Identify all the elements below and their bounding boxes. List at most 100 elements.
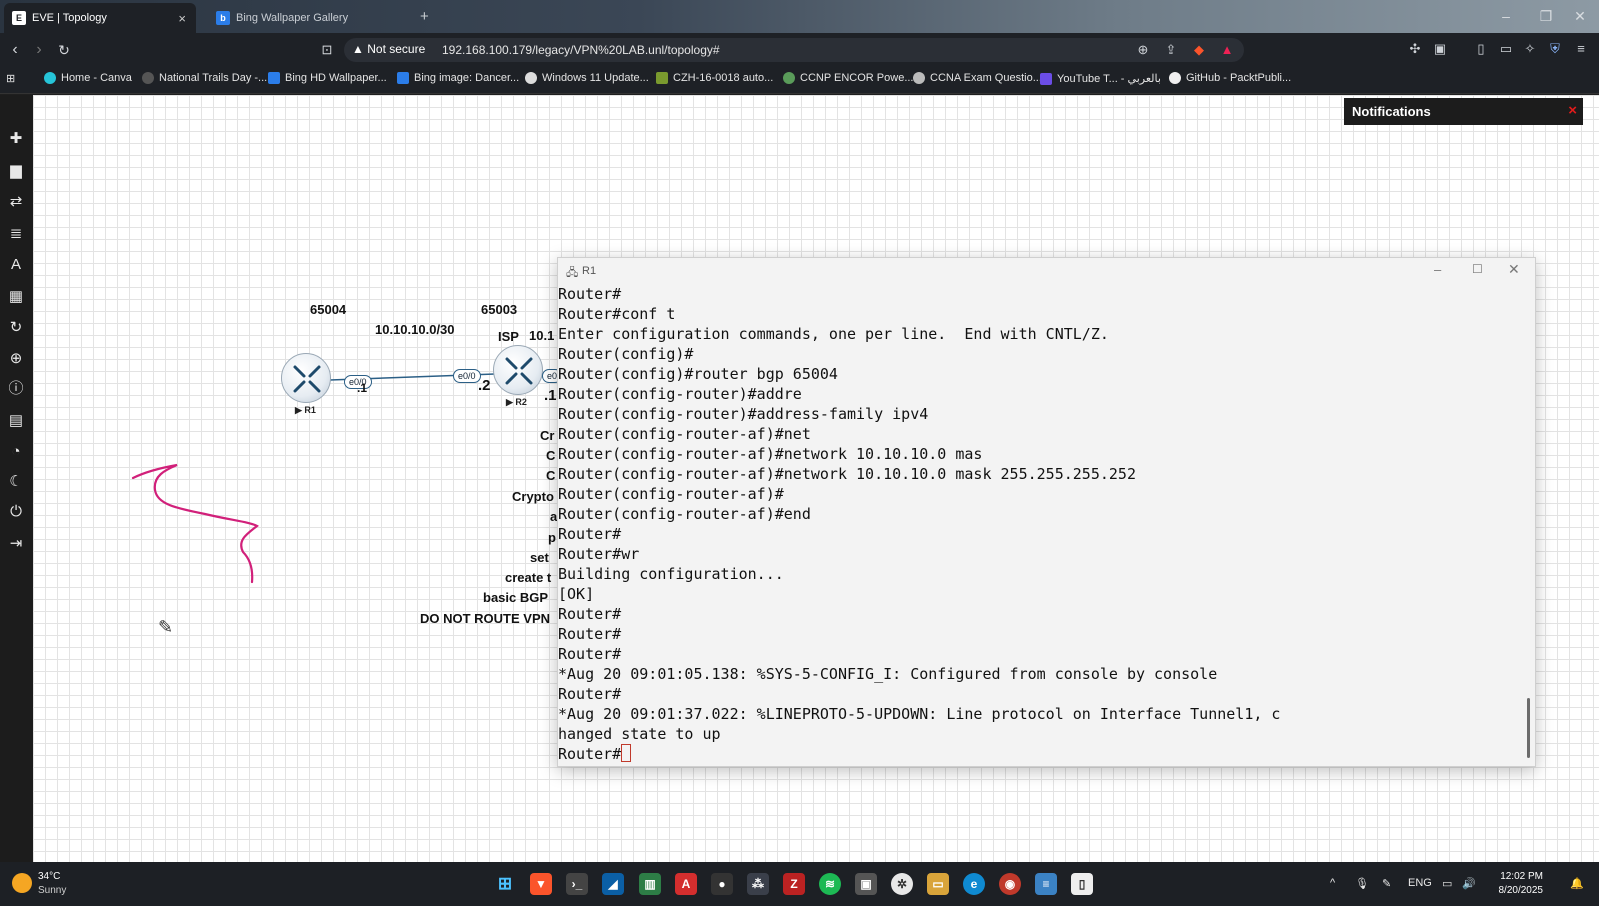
status-icon[interactable]: ◔ bbox=[6, 442, 26, 462]
refresh-icon[interactable]: ↻ bbox=[6, 318, 26, 338]
security-indicator: ▲ Not secure bbox=[352, 42, 425, 56]
tab-eve-topology[interactable]: E EVE | Topology × bbox=[4, 3, 196, 33]
url-field[interactable]: ▲ Not secure 192.168.100.179/legacy/VPN%… bbox=[344, 38, 1244, 62]
grid-view-icon[interactable]: ▦ bbox=[6, 287, 26, 307]
console-output[interactable]: Router# Router#conf t Enter configuration … bbox=[558, 284, 1521, 768]
vpn-app-icon[interactable]: ◢ bbox=[602, 873, 624, 895]
add-object-icon[interactable]: ✚ bbox=[6, 129, 26, 149]
bookmark-item[interactable]: Windows 11 Update... bbox=[525, 72, 649, 84]
spotify-icon[interactable]: ≋ bbox=[819, 873, 841, 895]
bookmark-label: CZH-16-0018 auto... bbox=[673, 72, 774, 84]
bookmark-item[interactable]: CCNA Exam Questio... bbox=[913, 72, 1042, 84]
bookmark-item[interactable]: Bing image: Dancer... bbox=[397, 72, 519, 84]
console-line: *Aug 20 09:01:37.022: %LINEPROTO-5-UPDOW… bbox=[558, 705, 1281, 723]
console-window-r1[interactable]: 🖧 R1 – ☐ ✕ Router# Router#conf t Enter con… bbox=[557, 257, 1536, 767]
console-prompt: Router# bbox=[558, 745, 622, 763]
router-r1[interactable] bbox=[281, 353, 331, 403]
close-notifications-icon[interactable]: × bbox=[1568, 102, 1577, 119]
bookmark-item[interactable]: Bing HD Wallpaper... bbox=[268, 72, 387, 84]
bookmark-label: Bing image: Dancer... bbox=[414, 72, 520, 84]
close-icon[interactable]: ✕ bbox=[1508, 261, 1520, 278]
tab-search-icon[interactable]: ▣ bbox=[1431, 40, 1449, 58]
console-line: Router(config)# bbox=[558, 345, 694, 363]
menu-icon[interactable]: ≡ bbox=[1572, 40, 1590, 58]
wallet-icon[interactable]: ▭ bbox=[1497, 40, 1515, 58]
minimize-icon[interactable]: – bbox=[1434, 262, 1441, 277]
bookmark-item[interactable]: Home - Canva bbox=[44, 72, 132, 84]
brave-rewards-icon[interactable]: ▲ bbox=[1218, 41, 1236, 59]
nodes-icon[interactable]: ▆ bbox=[6, 161, 26, 181]
edge-icon[interactable]: e bbox=[963, 873, 985, 895]
text-objects-icon[interactable]: A bbox=[6, 255, 26, 275]
brave-icon[interactable]: ▼ bbox=[530, 873, 552, 895]
startup-configs-icon[interactable]: ≣ bbox=[6, 224, 26, 244]
dark-mode-icon[interactable]: ☾ bbox=[6, 472, 26, 492]
language-indicator[interactable]: ENG bbox=[1408, 877, 1432, 889]
close-window-icon[interactable]: ✕ bbox=[1560, 0, 1599, 33]
console-titlebar[interactable]: 🖧 R1 – ☐ ✕ bbox=[558, 258, 1535, 284]
microphone-icon[interactable]: 🎙 bbox=[1355, 877, 1369, 890]
console-line: Router(config-router-af)#net bbox=[558, 425, 811, 443]
search-icon bbox=[142, 72, 154, 84]
bookmark-icon[interactable]: ⊡ bbox=[316, 39, 338, 61]
network-app-icon[interactable]: ⁂ bbox=[747, 873, 769, 895]
bookmark-item[interactable]: National Trails Day -... bbox=[142, 72, 267, 84]
bookmark-item[interactable]: GitHub - PacktPubli... bbox=[1169, 72, 1291, 84]
terminal-icon[interactable]: ›_ bbox=[566, 873, 588, 895]
networks-icon[interactable]: ⇄ bbox=[6, 192, 26, 212]
lab-details-icon[interactable]: ▤ bbox=[6, 411, 26, 431]
bookmark-item[interactable]: YouTube T... - بالعربي bbox=[1040, 72, 1161, 85]
console-prompt-line[interactable]: Router# bbox=[558, 744, 1521, 764]
console-scrollbar[interactable] bbox=[1527, 698, 1530, 758]
forward-icon[interactable]: › bbox=[28, 39, 50, 61]
pdf-app-icon[interactable]: A bbox=[675, 873, 697, 895]
apps-icon[interactable]: ⊞ bbox=[6, 72, 15, 85]
console-line: Enter configuration commands, one per li… bbox=[558, 325, 1109, 343]
back-icon[interactable]: ‹ bbox=[4, 39, 26, 61]
pen-icon[interactable]: ✎ bbox=[1382, 877, 1391, 890]
tray-chevron-icon[interactable]: ^ bbox=[1330, 877, 1335, 889]
extensions-icon[interactable]: ✣ bbox=[1406, 40, 1424, 58]
notifications-bell-icon[interactable]: 🔔 bbox=[1570, 877, 1584, 890]
start-icon[interactable]: ⊞ bbox=[494, 873, 516, 895]
bookmarks-bar: ⊞ Home - Canva National Trails Day -... … bbox=[0, 66, 1599, 94]
volume-icon[interactable]: 🔊 bbox=[1462, 877, 1476, 890]
zoom-icon[interactable]: ⊕ bbox=[1134, 41, 1152, 59]
tab-label: Bing Wallpaper Gallery bbox=[236, 12, 349, 24]
clock-time[interactable]: 12:02 PM bbox=[1495, 871, 1543, 882]
location-app-icon[interactable]: ● bbox=[711, 873, 733, 895]
sidebar-toggle-icon[interactable]: ▯ bbox=[1472, 40, 1490, 58]
router-r2[interactable] bbox=[493, 345, 543, 395]
tab-bing-wallpaper[interactable]: b Bing Wallpaper Gallery bbox=[208, 3, 408, 33]
share-icon[interactable]: ⇪ bbox=[1162, 41, 1180, 59]
notifications-panel: Notifications × bbox=[1344, 98, 1583, 125]
security-label: Not secure bbox=[367, 42, 426, 56]
close-tab-icon[interactable]: × bbox=[178, 11, 186, 26]
filezilla-icon[interactable]: Z bbox=[783, 873, 805, 895]
info-icon[interactable]: ⓘ bbox=[6, 379, 26, 399]
brave-shield-icon[interactable]: ◆ bbox=[1190, 41, 1208, 59]
vpn-icon[interactable]: ⛨ bbox=[1546, 40, 1564, 58]
display-icon[interactable]: ▭ bbox=[1442, 877, 1452, 890]
chrome-icon[interactable]: ◉ bbox=[999, 873, 1021, 895]
chart-app-icon[interactable]: ▥ bbox=[639, 873, 661, 895]
logout-icon[interactable]: ⇥ bbox=[6, 534, 26, 554]
bookmark-item[interactable]: CCNP ENCOR Powe... bbox=[783, 72, 914, 84]
document-icon[interactable]: ▯ bbox=[1071, 873, 1093, 895]
file-explorer-icon[interactable]: ▭ bbox=[927, 873, 949, 895]
new-tab-button[interactable]: + bbox=[420, 8, 429, 25]
bookmark-item[interactable]: CZH-16-0018 auto... bbox=[656, 72, 773, 84]
zoom-icon[interactable]: ⊕ bbox=[6, 349, 26, 369]
notepad-icon[interactable]: ≡ bbox=[1035, 873, 1057, 895]
clock-date[interactable]: 8/20/2025 bbox=[1485, 885, 1544, 896]
remote-desktop-icon[interactable]: ▣ bbox=[855, 873, 877, 895]
power-icon[interactable]: ⏻ bbox=[6, 502, 26, 522]
leo-ai-icon[interactable]: ✧ bbox=[1521, 40, 1539, 58]
maximize-icon[interactable]: ☐ bbox=[1472, 262, 1483, 276]
settings-icon[interactable]: ✲ bbox=[891, 873, 913, 895]
bookmark-label: YouTube T... - بالعربي bbox=[1057, 73, 1161, 85]
minimize-icon[interactable]: – bbox=[1486, 0, 1526, 33]
r2-interface-label[interactable]: e0/0 bbox=[453, 369, 481, 383]
reload-icon[interactable]: ↻ bbox=[53, 39, 75, 61]
as-label-right: 65003 bbox=[481, 302, 518, 317]
